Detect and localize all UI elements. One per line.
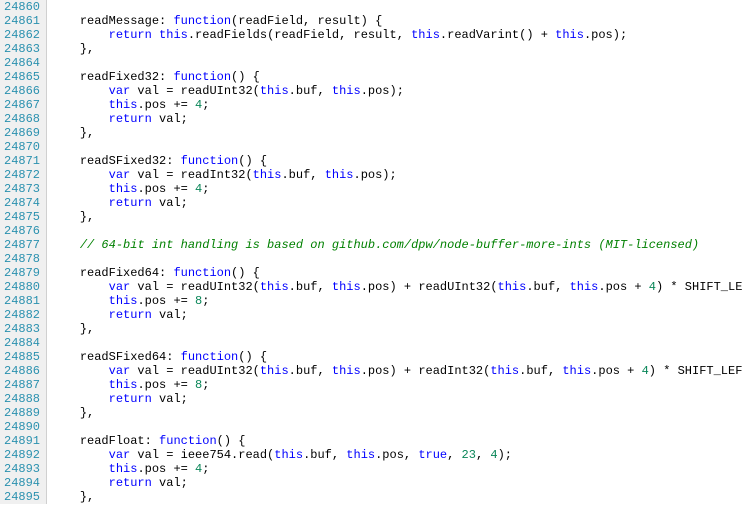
line-number: 24860 xyxy=(0,0,40,14)
code-line: var val = readInt32(this.buf, this.pos); xyxy=(51,168,742,182)
line-number: 24891 xyxy=(0,434,40,448)
code-line: var val = ieee754.read(this.buf, this.po… xyxy=(51,448,742,462)
code-line: return val; xyxy=(51,476,742,490)
code-line: readSFixed64: function() { xyxy=(51,350,742,364)
line-number: 24868 xyxy=(0,112,40,126)
code-line: return val; xyxy=(51,112,742,126)
code-line: readMessage: function(readField, result)… xyxy=(51,14,742,28)
code-line: return val; xyxy=(51,196,742,210)
line-number: 24875 xyxy=(0,210,40,224)
line-number: 24862 xyxy=(0,28,40,42)
line-number: 24878 xyxy=(0,252,40,266)
line-number: 24871 xyxy=(0,154,40,168)
line-number: 24889 xyxy=(0,406,40,420)
code-line: return val; xyxy=(51,392,742,406)
line-number: 24895 xyxy=(0,490,40,504)
line-number: 24877 xyxy=(0,238,40,252)
line-number-gutter: 2486024861248622486324864248652486624867… xyxy=(0,0,47,504)
line-number: 24886 xyxy=(0,364,40,378)
code-line: }, xyxy=(51,42,742,56)
line-number: 24882 xyxy=(0,308,40,322)
code-line: this.pos += 4; xyxy=(51,98,742,112)
code-line: readSFixed32: function() { xyxy=(51,154,742,168)
line-number: 24884 xyxy=(0,336,40,350)
code-line: this.pos += 4; xyxy=(51,182,742,196)
code-line: var val = readUInt32(this.buf, this.pos)… xyxy=(51,84,742,98)
code-area: readMessage: function(readField, result)… xyxy=(47,0,742,504)
line-number: 24893 xyxy=(0,462,40,476)
line-number: 24864 xyxy=(0,56,40,70)
line-number: 24880 xyxy=(0,280,40,294)
code-line: readFixed64: function() { xyxy=(51,266,742,280)
code-line: var val = readUInt32(this.buf, this.pos)… xyxy=(51,364,742,378)
code-line: this.pos += 8; xyxy=(51,378,742,392)
code-line: // 64-bit int handling is based on githu… xyxy=(51,238,742,252)
code-line: this.pos += 8; xyxy=(51,294,742,308)
code-line xyxy=(51,140,742,154)
code-line: }, xyxy=(51,322,742,336)
line-number: 24888 xyxy=(0,392,40,406)
code-line xyxy=(51,224,742,238)
line-number: 24885 xyxy=(0,350,40,364)
line-number: 24894 xyxy=(0,476,40,490)
line-number: 24879 xyxy=(0,266,40,280)
line-number: 24866 xyxy=(0,84,40,98)
code-line: return val; xyxy=(51,308,742,322)
line-number: 24887 xyxy=(0,378,40,392)
line-number: 24873 xyxy=(0,182,40,196)
code-line xyxy=(51,0,742,14)
line-number: 24874 xyxy=(0,196,40,210)
code-line xyxy=(51,420,742,434)
line-number: 24881 xyxy=(0,294,40,308)
code-line: }, xyxy=(51,490,742,504)
code-line: }, xyxy=(51,210,742,224)
line-number: 24865 xyxy=(0,70,40,84)
line-number: 24861 xyxy=(0,14,40,28)
line-number: 24867 xyxy=(0,98,40,112)
code-line: return this.readFields(readField, result… xyxy=(51,28,742,42)
line-number: 24863 xyxy=(0,42,40,56)
line-number: 24872 xyxy=(0,168,40,182)
code-line: var val = readUInt32(this.buf, this.pos)… xyxy=(51,280,742,294)
code-line xyxy=(51,336,742,350)
line-number: 24870 xyxy=(0,140,40,154)
line-number: 24883 xyxy=(0,322,40,336)
code-line: this.pos += 4; xyxy=(51,462,742,476)
line-number: 24890 xyxy=(0,420,40,434)
code-line: }, xyxy=(51,406,742,420)
line-number: 24869 xyxy=(0,126,40,140)
code-line xyxy=(51,56,742,70)
code-line: readFloat: function() { xyxy=(51,434,742,448)
line-number: 24892 xyxy=(0,448,40,462)
code-line: }, xyxy=(51,126,742,140)
code-line xyxy=(51,252,742,266)
code-line: readFixed32: function() { xyxy=(51,70,742,84)
line-number: 24876 xyxy=(0,224,40,238)
